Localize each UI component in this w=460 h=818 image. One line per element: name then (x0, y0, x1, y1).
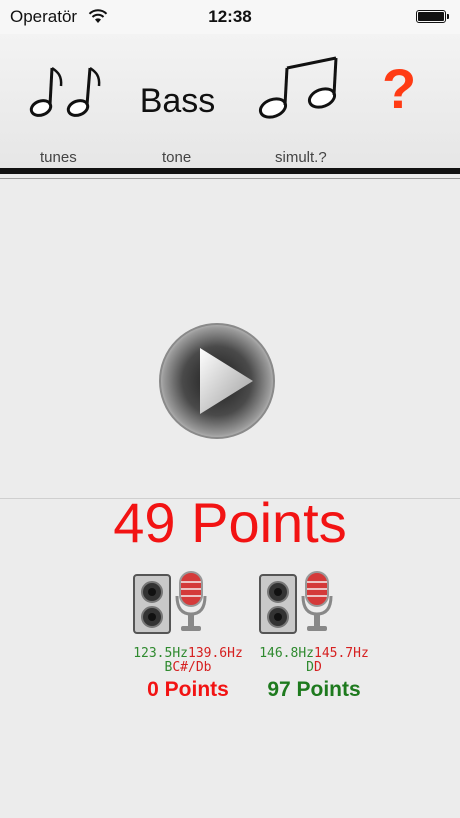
simult-caption: simult.? (275, 149, 327, 166)
clock: 12:38 (208, 7, 252, 26)
status-bar: Operatör 12:38 (0, 0, 460, 34)
toolbar: Bass ? tunes tone simult.? (0, 34, 460, 179)
beamed-notes-icon[interactable] (256, 54, 346, 122)
microphone-icon[interactable] (299, 570, 335, 636)
speaker-icon[interactable] (259, 574, 297, 634)
target-frequency: 145.7Hz (314, 646, 369, 661)
detected-frequency: 123.5Hz (133, 646, 188, 661)
target-note: D (314, 660, 322, 675)
speaker-icon[interactable] (133, 574, 171, 634)
tunes-caption: tunes (40, 149, 77, 166)
play-button[interactable] (158, 322, 276, 440)
double-eighth-notes-icon[interactable] (28, 62, 108, 122)
detected-note: D (306, 660, 314, 675)
help-button[interactable]: ? (382, 56, 416, 121)
battery-icon (416, 10, 449, 23)
microphone-icon[interactable] (173, 570, 209, 636)
header-divider (0, 168, 460, 174)
total-points: 49 Points (113, 491, 347, 554)
toolbar-separator (0, 178, 460, 179)
player-points: 97 Points (267, 678, 361, 701)
tone-caption: tone (162, 149, 192, 166)
target-note: C#/Db (172, 660, 212, 675)
target-frequency: 139.6Hz (188, 646, 243, 661)
detected-frequency: 146.8Hz (259, 646, 314, 661)
tone-button[interactable]: Bass (130, 82, 225, 121)
